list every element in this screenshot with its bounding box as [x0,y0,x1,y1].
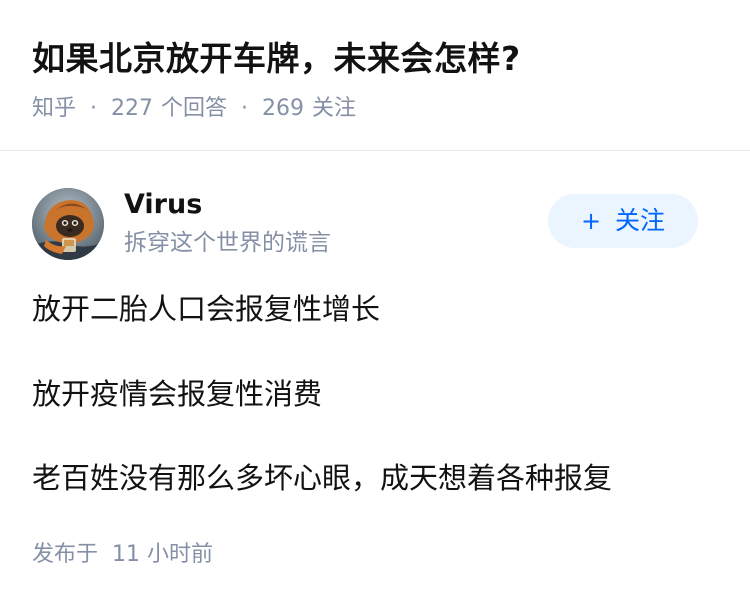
follow-button-label: 关注 [615,206,666,235]
author-name[interactable]: Virus [124,186,202,224]
follower-count-label: 关注 [312,96,357,121]
author-card: Virus 拆穿这个世界的谎言 + 关注 [32,184,718,264]
answer-paragraph: 放开二胎人口会报复性增长 [32,292,381,326]
avatar-photo-icon [32,188,104,260]
publish-label: 发布于 [32,542,99,567]
question-title[interactable]: 如果北京放开车牌，未来会怎样? [32,36,521,82]
publish-time-value: 11 小时前 [112,542,214,567]
answer-count: 227 [111,96,154,121]
divider [0,150,750,151]
question-meta: 知乎 · 227 个回答 · 269 关注 [32,92,356,126]
answer-paragraph: 老百姓没有那么多坏心眼，成天想着各种报复 [32,461,613,495]
plus-icon: + [580,207,602,235]
answer-paragraph: 放开疫情会报复性消费 [32,377,323,411]
author-bio: 拆穿这个世界的谎言 [124,230,331,256]
follower-count: 269 [262,96,305,121]
meta-separator: · [241,96,249,121]
follow-button[interactable]: + 关注 [548,194,698,248]
avatar[interactable] [32,188,104,260]
source-label[interactable]: 知乎 [32,96,76,121]
answer-count-label: 个回答 [161,96,228,121]
question-header: 如果北京放开车牌，未来会怎样? 知乎 · 227 个回答 · 269 关注 [0,0,750,150]
publish-time: 发布于 11 小时前 [32,538,213,572]
meta-separator: · [90,96,98,121]
